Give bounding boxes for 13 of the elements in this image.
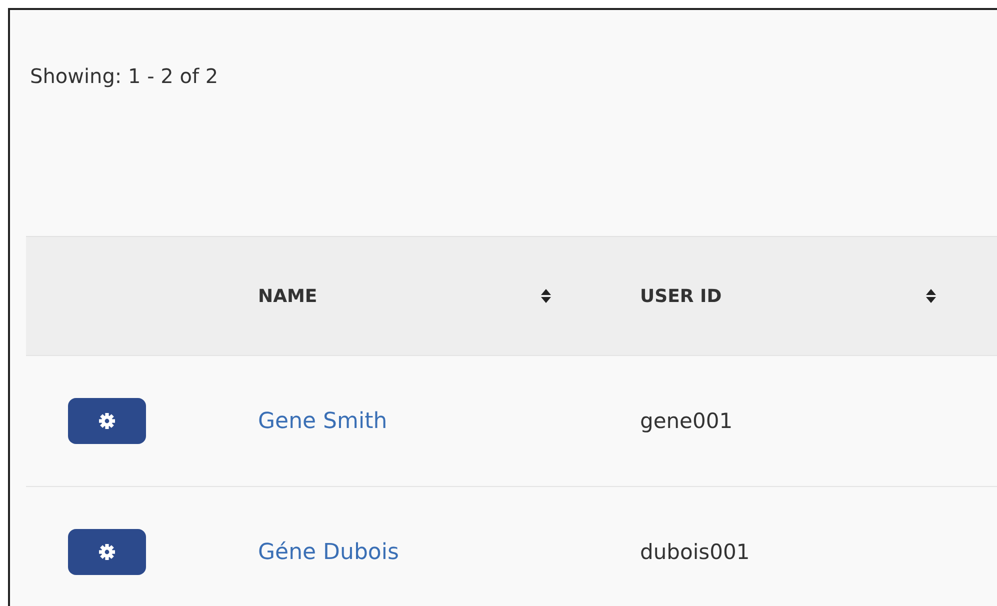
settings-icon <box>99 413 115 429</box>
settings-icon <box>99 544 115 560</box>
settings-button[interactable] <box>68 529 146 575</box>
settings-button[interactable] <box>68 398 146 444</box>
column-header[interactable]: NAME <box>230 286 530 306</box>
name-link[interactable]: Gene Smith <box>258 408 388 434</box>
results-summary: Showing: 1 - 2 of 2 <box>29 63 220 90</box>
user-id-cell: gene001 <box>640 409 733 433</box>
column-header[interactable]: USER ID <box>612 286 915 306</box>
sort-icon[interactable] <box>925 288 937 304</box>
name-link[interactable]: Géne Dubois <box>258 540 399 564</box>
user-id-cell: dubois001 <box>640 540 750 564</box>
sort-icon[interactable] <box>540 288 552 304</box>
